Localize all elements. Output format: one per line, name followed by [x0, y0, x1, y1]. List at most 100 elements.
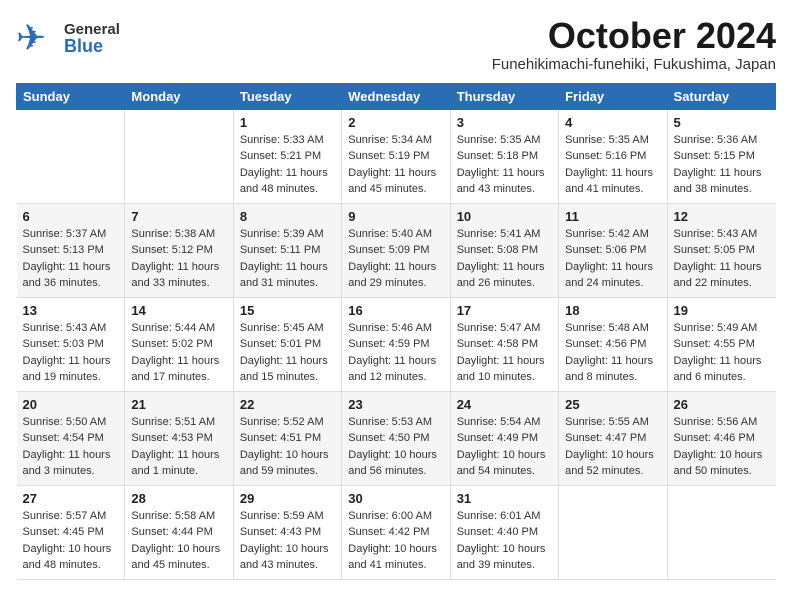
day-info: Sunrise: 5:44 AMSunset: 5:02 PMDaylight:… — [131, 320, 226, 386]
day-number: 19 — [674, 303, 770, 318]
day-cell-3-1: 13 Sunrise: 5:43 AMSunset: 5:03 PMDayligh… — [17, 297, 125, 391]
day-cell-5-1: 27 Sunrise: 5:57 AMSunset: 4:45 PMDayligh… — [17, 485, 125, 579]
day-number: 16 — [348, 303, 443, 318]
week-row-4: 20 Sunrise: 5:50 AMSunset: 4:54 PMDayligh… — [17, 391, 776, 485]
week-row-2: 6 Sunrise: 5:37 AMSunset: 5:13 PMDaylight… — [17, 203, 776, 297]
day-cell-2-2: 7Sunrise: 5:38 AMSunset: 5:12 PMDaylight… — [125, 203, 233, 297]
header-thursday: Thursday — [450, 83, 558, 109]
day-cell-3-4: 16 Sunrise: 5:46 AMSunset: 4:59 PMDayligh… — [342, 297, 450, 391]
day-cell-1-5: 3Sunrise: 5:35 AMSunset: 5:18 PMDaylight… — [450, 109, 558, 203]
day-info: Sunrise: 5:56 AMSunset: 4:46 PMDaylight:… — [674, 414, 770, 480]
day-cell-1-4: 2Sunrise: 5:34 AMSunset: 5:19 PMDaylight… — [342, 109, 450, 203]
day-info: Sunrise: 5:51 AMSunset: 4:53 PMDaylight:… — [131, 414, 226, 480]
day-cell-2-5: 10 Sunrise: 5:41 AMSunset: 5:08 PMDayligh… — [450, 203, 558, 297]
day-info: Sunrise: 5:46 AMSunset: 4:59 PMDaylight:… — [348, 320, 443, 386]
day-cell-5-7 — [667, 485, 775, 579]
day-cell-5-2: 28 Sunrise: 5:58 AMSunset: 4:44 PMDayligh… — [125, 485, 233, 579]
day-info: Sunrise: 5:58 AMSunset: 4:44 PMDaylight:… — [131, 508, 226, 574]
calendar-table: SundayMondayTuesdayWednesdayThursdayFrid… — [16, 83, 776, 580]
day-number: 18 — [565, 303, 660, 318]
day-info: Sunrise: 5:52 AMSunset: 4:51 PMDaylight:… — [240, 414, 335, 480]
day-cell-1-2 — [125, 109, 233, 203]
day-cell-5-6 — [559, 485, 667, 579]
day-info: Sunrise: 6:01 AMSunset: 4:40 PMDaylight:… — [457, 508, 552, 574]
day-cell-4-1: 20 Sunrise: 5:50 AMSunset: 4:54 PMDayligh… — [17, 391, 125, 485]
day-cell-3-7: 19 Sunrise: 5:49 AMSunset: 4:55 PMDayligh… — [667, 297, 775, 391]
day-cell-1-7: 5 Sunrise: 5:36 AMSunset: 5:15 PMDaylight… — [667, 109, 775, 203]
week-row-3: 13 Sunrise: 5:43 AMSunset: 5:03 PMDayligh… — [17, 297, 776, 391]
day-number: 30 — [348, 491, 443, 506]
day-cell-2-3: 8Sunrise: 5:39 AMSunset: 5:11 PMDaylight… — [233, 203, 341, 297]
day-info: Sunrise: 5:41 AMSunset: 5:08 PMDaylight:… — [457, 226, 552, 292]
day-number: 11 — [565, 209, 660, 224]
day-number: 1 — [240, 115, 335, 130]
day-cell-4-5: 24Sunrise: 5:54 AMSunset: 4:49 PMDayligh… — [450, 391, 558, 485]
day-number: 23 — [348, 397, 443, 412]
day-number: 4 — [565, 115, 660, 130]
header-monday: Monday — [125, 83, 233, 109]
day-info: Sunrise: 5:38 AMSunset: 5:12 PMDaylight:… — [131, 226, 226, 292]
day-cell-3-5: 17Sunrise: 5:47 AMSunset: 4:58 PMDayligh… — [450, 297, 558, 391]
day-number: 14 — [131, 303, 226, 318]
calendar-subtitle: Funehikimachi-funehiki, Fukushima, Japan — [492, 56, 776, 73]
day-info: Sunrise: 5:45 AMSunset: 5:01 PMDaylight:… — [240, 320, 335, 386]
day-info: Sunrise: 5:42 AMSunset: 5:06 PMDaylight:… — [565, 226, 660, 292]
day-number: 21 — [131, 397, 226, 412]
day-number: 27 — [23, 491, 119, 506]
day-number: 13 — [23, 303, 119, 318]
day-info: Sunrise: 5:54 AMSunset: 4:49 PMDaylight:… — [457, 414, 552, 480]
day-info: Sunrise: 5:36 AMSunset: 5:15 PMDaylight:… — [674, 132, 770, 198]
logo-label: General Blue — [64, 22, 120, 55]
header-sunday: Sunday — [17, 83, 125, 109]
header-tuesday: Tuesday — [233, 83, 341, 109]
day-number: 20 — [23, 397, 119, 412]
day-number: 3 — [457, 115, 552, 130]
day-cell-5-5: 31 Sunrise: 6:01 AMSunset: 4:40 PMDayligh… — [450, 485, 558, 579]
day-number: 31 — [457, 491, 552, 506]
day-cell-3-6: 18Sunrise: 5:48 AMSunset: 4:56 PMDayligh… — [559, 297, 667, 391]
day-number: 5 — [674, 115, 770, 130]
logo-blue: Blue — [64, 37, 120, 55]
logo-general: General — [64, 22, 120, 37]
day-cell-2-4: 9 Sunrise: 5:40 AMSunset: 5:09 PMDaylight… — [342, 203, 450, 297]
day-info: Sunrise: 5:35 AMSunset: 5:16 PMDaylight:… — [565, 132, 660, 198]
day-cell-5-4: 30Sunrise: 6:00 AMSunset: 4:42 PMDayligh… — [342, 485, 450, 579]
day-cell-4-7: 26Sunrise: 5:56 AMSunset: 4:46 PMDayligh… — [667, 391, 775, 485]
day-number: 2 — [348, 115, 443, 130]
day-info: Sunrise: 5:59 AMSunset: 4:43 PMDaylight:… — [240, 508, 335, 574]
header-saturday: Saturday — [667, 83, 775, 109]
day-cell-2-1: 6 Sunrise: 5:37 AMSunset: 5:13 PMDaylight… — [17, 203, 125, 297]
day-number: 25 — [565, 397, 660, 412]
svg-text:✈: ✈ — [16, 17, 46, 58]
day-number: 6 — [23, 209, 119, 224]
day-cell-1-1 — [17, 109, 125, 203]
page-header: ✈ General Blue October 2024 Funehikimach… — [16, 16, 776, 73]
day-number: 28 — [131, 491, 226, 506]
day-number: 17 — [457, 303, 552, 318]
day-number: 10 — [457, 209, 552, 224]
day-info: Sunrise: 5:55 AMSunset: 4:47 PMDaylight:… — [565, 414, 660, 480]
day-info: Sunrise: 5:33 AMSunset: 5:21 PMDaylight:… — [240, 132, 335, 198]
day-info: Sunrise: 5:49 AMSunset: 4:55 PMDaylight:… — [674, 320, 770, 386]
logo: ✈ General Blue — [16, 16, 120, 60]
day-info: Sunrise: 5:40 AMSunset: 5:09 PMDaylight:… — [348, 226, 443, 292]
day-number: 9 — [348, 209, 443, 224]
day-number: 15 — [240, 303, 335, 318]
day-info: Sunrise: 5:50 AMSunset: 4:54 PMDaylight:… — [23, 414, 119, 480]
day-number: 29 — [240, 491, 335, 506]
day-cell-2-7: 12Sunrise: 5:43 AMSunset: 5:05 PMDayligh… — [667, 203, 775, 297]
week-row-5: 27 Sunrise: 5:57 AMSunset: 4:45 PMDayligh… — [17, 485, 776, 579]
day-cell-2-6: 11 Sunrise: 5:42 AMSunset: 5:06 PMDayligh… — [559, 203, 667, 297]
day-info: Sunrise: 5:43 AMSunset: 5:03 PMDaylight:… — [23, 320, 119, 386]
calendar-header-row: SundayMondayTuesdayWednesdayThursdayFrid… — [17, 83, 776, 109]
day-cell-3-3: 15 Sunrise: 5:45 AMSunset: 5:01 PMDayligh… — [233, 297, 341, 391]
day-cell-4-4: 23 Sunrise: 5:53 AMSunset: 4:50 PMDayligh… — [342, 391, 450, 485]
day-cell-4-3: 22Sunrise: 5:52 AMSunset: 4:51 PMDayligh… — [233, 391, 341, 485]
day-info: Sunrise: 5:57 AMSunset: 4:45 PMDaylight:… — [23, 508, 119, 574]
title-block: October 2024 Funehikimachi-funehiki, Fuk… — [492, 16, 776, 73]
calendar-title: October 2024 — [492, 16, 776, 56]
header-friday: Friday — [559, 83, 667, 109]
day-info: Sunrise: 5:53 AMSunset: 4:50 PMDaylight:… — [348, 414, 443, 480]
day-info: Sunrise: 5:37 AMSunset: 5:13 PMDaylight:… — [23, 226, 119, 292]
day-cell-3-2: 14 Sunrise: 5:44 AMSunset: 5:02 PMDayligh… — [125, 297, 233, 391]
